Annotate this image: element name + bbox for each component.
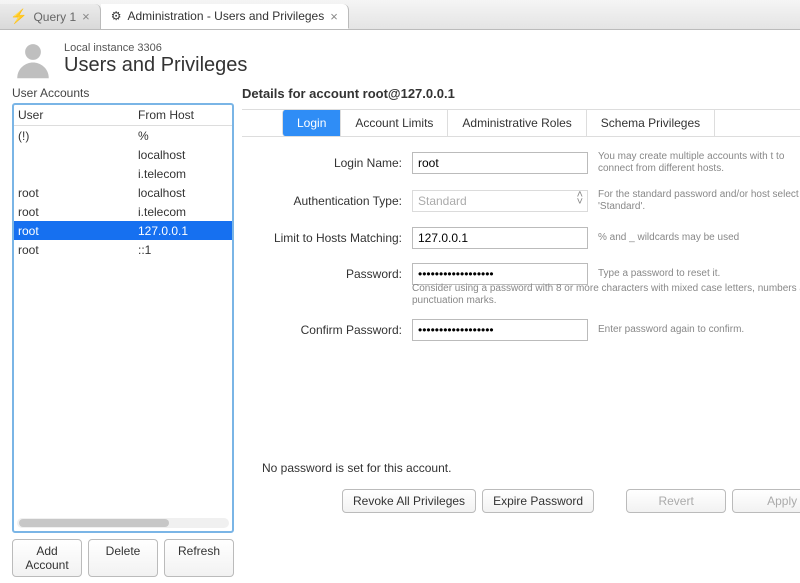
user-accounts-list[interactable]: User From Host (!) %localhosti.telecomro… xyxy=(12,103,234,533)
auth-type-hint: For the standard password and/or host se… xyxy=(598,189,800,213)
host-cell: i.telecom xyxy=(138,167,228,181)
user-row[interactable]: i.telecom xyxy=(14,164,232,183)
password-label: Password: xyxy=(252,267,402,281)
user-cell: root xyxy=(18,205,138,219)
instance-label: Local instance 3306 xyxy=(64,42,247,54)
auth-type-label: Authentication Type: xyxy=(252,194,402,208)
login-name-hint: You may create multiple accounts with t … xyxy=(598,151,800,175)
horizontal-scrollbar[interactable] xyxy=(17,518,229,528)
left-panel: User Accounts User From Host (!) % localh… xyxy=(12,86,234,577)
page-title: Users and Privileges xyxy=(64,54,247,77)
details-title: Details for account root@127.0.0.1 xyxy=(242,86,800,101)
user-cell xyxy=(18,148,138,162)
user-row[interactable]: rooti.telecom xyxy=(14,202,232,221)
page-header: Local instance 3306 Users and Privileges xyxy=(12,38,788,80)
tab-admin[interactable]: ⚙ Administration - Users and Privileges … xyxy=(101,4,349,29)
host-cell: i.telecom xyxy=(138,205,228,219)
confirm-password-hint: Enter password again to confirm. xyxy=(598,324,800,336)
user-accounts-title: User Accounts xyxy=(12,86,234,100)
login-form: Login Name: You may create multiple acco… xyxy=(242,137,800,481)
detail-tabs: Login Account Limits Administrative Role… xyxy=(242,109,800,137)
tab-admin-roles[interactable]: Administrative Roles xyxy=(448,110,586,136)
gear-icon: ⚙ xyxy=(111,9,122,23)
hosts-hint: % and _ wildcards may be used xyxy=(598,232,800,244)
list-header: User From Host xyxy=(14,105,232,126)
user-row[interactable]: root127.0.0.1 xyxy=(14,221,232,240)
host-cell: 127.0.0.1 xyxy=(138,224,228,238)
hosts-input[interactable] xyxy=(412,227,588,249)
host-cell: % xyxy=(138,129,228,143)
chevron-updown-icon: ˄˅ xyxy=(577,192,583,206)
close-icon[interactable]: × xyxy=(82,9,90,24)
tab-account-limits[interactable]: Account Limits xyxy=(341,110,448,136)
password-input[interactable] xyxy=(412,263,588,285)
delete-button[interactable]: Delete xyxy=(88,539,158,577)
host-cell: localhost xyxy=(138,186,228,200)
hosts-label: Limit to Hosts Matching: xyxy=(252,231,402,245)
right-panel: Details for account root@127.0.0.1 Login… xyxy=(242,86,800,577)
col-user[interactable]: User xyxy=(18,108,138,122)
revert-button[interactable]: Revert xyxy=(626,489,726,513)
tab-login[interactable]: Login xyxy=(282,110,341,136)
password-guideline: Consider using a password with 8 or more… xyxy=(412,283,800,307)
scrollbar-thumb[interactable] xyxy=(19,519,169,527)
revoke-all-button[interactable]: Revoke All Privileges xyxy=(342,489,476,513)
refresh-button[interactable]: Refresh xyxy=(164,539,234,577)
confirm-password-input[interactable] xyxy=(412,319,588,341)
add-account-button[interactable]: Add Account xyxy=(12,539,82,577)
tab-label: Query 1 xyxy=(33,10,76,24)
tab-schema-privileges[interactable]: Schema Privileges xyxy=(587,110,715,136)
close-icon[interactable]: × xyxy=(330,9,338,24)
col-host[interactable]: From Host xyxy=(138,108,228,122)
auth-type-select[interactable]: Standard xyxy=(412,190,588,212)
login-name-input[interactable] xyxy=(412,152,588,174)
apply-button[interactable]: Apply xyxy=(732,489,800,513)
password-hint: Type a password to reset it. xyxy=(598,268,800,280)
login-name-label: Login Name: xyxy=(252,156,402,170)
host-cell: localhost xyxy=(138,148,228,162)
user-silhouette-icon xyxy=(12,38,54,80)
tab-bar: ⚡ Query 1 × ⚙ Administration - Users and… xyxy=(0,0,800,30)
lightning-icon: ⚡ xyxy=(10,8,27,25)
no-password-notice: No password is set for this account. xyxy=(262,461,800,475)
user-cell: root xyxy=(18,224,138,238)
user-row[interactable]: (!) % xyxy=(14,126,232,145)
tab-query[interactable]: ⚡ Query 1 × xyxy=(0,4,101,29)
tab-label: Administration - Users and Privileges xyxy=(127,9,324,23)
confirm-password-label: Confirm Password: xyxy=(252,323,402,337)
user-row[interactable]: rootlocalhost xyxy=(14,183,232,202)
user-cell: root xyxy=(18,243,138,257)
user-row[interactable]: root::1 xyxy=(14,240,232,259)
host-cell: ::1 xyxy=(138,243,228,257)
user-row[interactable]: localhost xyxy=(14,145,232,164)
user-cell xyxy=(18,167,138,181)
user-cell: (!) xyxy=(18,129,138,143)
user-cell: root xyxy=(18,186,138,200)
expire-password-button[interactable]: Expire Password xyxy=(482,489,594,513)
